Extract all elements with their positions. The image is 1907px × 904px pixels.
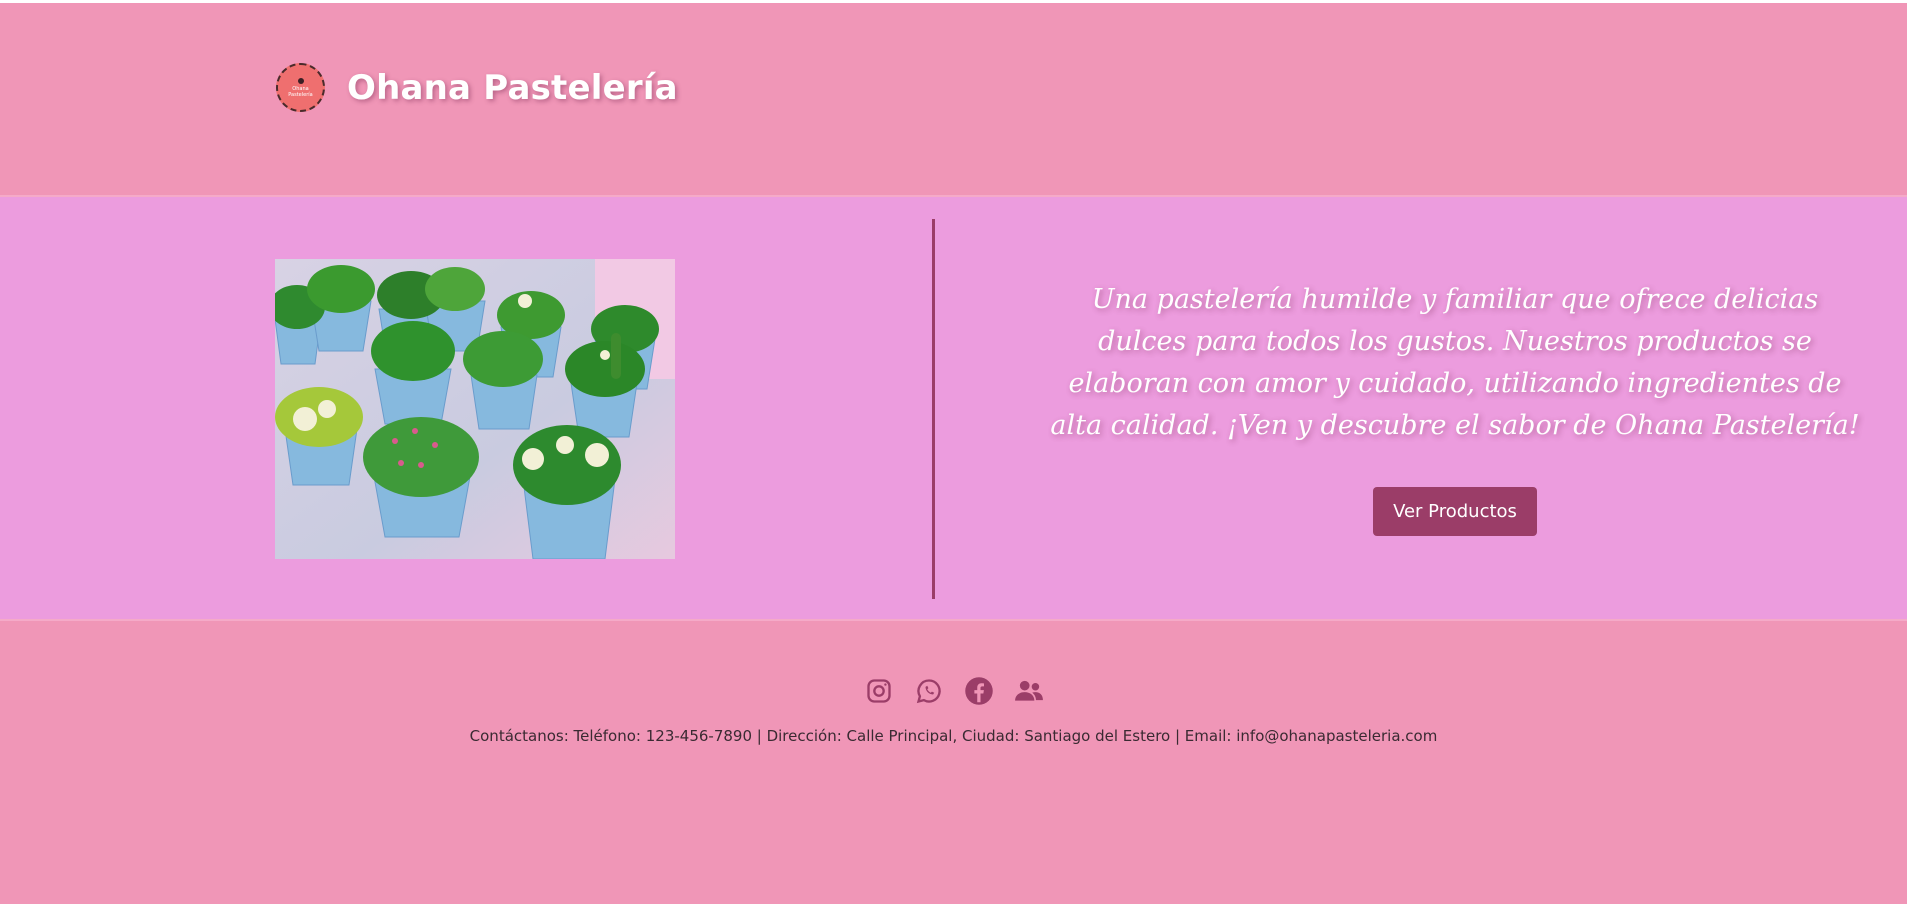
brand[interactable]: Ohana Pastelería Ohana Pastelería [276,63,678,112]
logo-mark-icon [297,77,304,84]
cupcakes-photo [275,259,675,559]
site-title: Ohana Pastelería [347,67,678,108]
hero-text: Una pastelería humilde y familiar que of… [1050,279,1860,536]
facebook-icon[interactable] [964,676,994,706]
hero-image [275,259,675,559]
vertical-divider [932,219,935,599]
whatsapp-icon[interactable] [914,676,944,706]
site-header: Ohana Pastelería Ohana Pastelería [0,3,1907,197]
users-icon[interactable] [1014,676,1044,706]
instagram-icon[interactable] [864,676,894,706]
site-footer: Contáctanos: Teléfono: 123-456-7890 | Di… [0,621,1907,904]
tagline: Una pastelería humilde y familiar que of… [1050,284,1860,441]
logo-text-line2: Pastelería [288,91,313,98]
contact-info: Contáctanos: Teléfono: 123-456-7890 | Di… [469,727,1438,745]
view-products-button[interactable]: Ver Productos [1373,487,1537,536]
hero-section: Una pastelería humilde y familiar que of… [0,197,1907,621]
logo[interactable]: Ohana Pastelería [276,63,325,112]
social-links [0,676,1907,706]
